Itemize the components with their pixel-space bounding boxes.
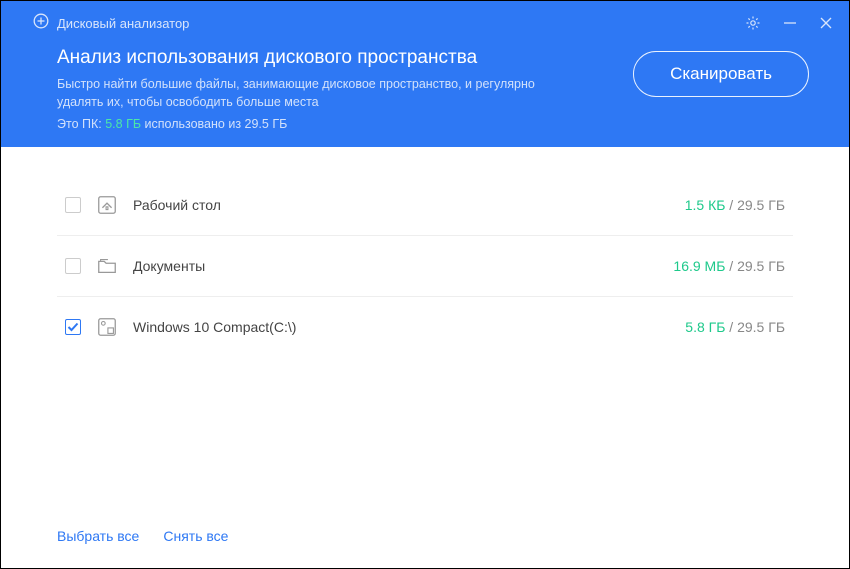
footer: Выбрать все Снять все [1, 512, 849, 568]
settings-button[interactable] [745, 15, 761, 31]
item-name: Рабочий стол [133, 197, 671, 213]
plus-circle-icon [33, 13, 49, 34]
item-name: Документы [133, 258, 659, 274]
summary-prefix: Это ПК: [57, 117, 102, 131]
item-used: 5.8 ГБ [685, 319, 725, 335]
window: Дисковый анализатор [0, 0, 850, 569]
header: Дисковый анализатор [1, 1, 849, 147]
select-all-link[interactable]: Выбрать все [57, 528, 139, 544]
minimize-icon [783, 16, 797, 30]
titlebar-controls [745, 15, 833, 31]
disk-icon [95, 315, 119, 339]
header-main: Анализ использования дискового пространс… [1, 39, 849, 147]
item-total: 29.5 ГБ [737, 258, 785, 274]
checkbox[interactable] [65, 197, 81, 213]
item-stats: 5.8 ГБ / 29.5 ГБ [685, 319, 785, 335]
gear-icon [745, 15, 761, 31]
deselect-all-link[interactable]: Снять все [163, 528, 228, 544]
list-item-desktop[interactable]: Рабочий стол 1.5 КБ / 29.5 ГБ [57, 175, 793, 236]
list-item-documents[interactable]: Документы 16.9 МБ / 29.5 ГБ [57, 236, 793, 297]
item-total: 29.5 ГБ [737, 197, 785, 213]
disk-usage-summary: Это ПК: 5.8 ГБ использовано из 29.5 ГБ [57, 117, 633, 131]
home-icon [95, 193, 119, 217]
folder-icon [95, 254, 119, 278]
item-stats: 16.9 МБ / 29.5 ГБ [673, 258, 785, 274]
item-stats: 1.5 КБ / 29.5 ГБ [685, 197, 785, 213]
page-description: Быстро найти большие файлы, занимающие д… [57, 75, 537, 111]
summary-used: 5.8 ГБ [105, 117, 141, 131]
close-button[interactable] [819, 16, 833, 30]
header-text: Анализ использования дискового пространс… [57, 47, 633, 131]
list-item-disk-c[interactable]: Windows 10 Compact(C:\) 5.8 ГБ / 29.5 ГБ [57, 297, 793, 357]
item-used: 16.9 МБ [673, 258, 725, 274]
titlebar: Дисковый анализатор [1, 1, 849, 39]
close-icon [819, 16, 833, 30]
checkbox[interactable] [65, 319, 81, 335]
item-total: 29.5 ГБ [737, 319, 785, 335]
summary-suffix: использовано из 29.5 ГБ [145, 117, 288, 131]
minimize-button[interactable] [783, 16, 797, 30]
page-title: Анализ использования дискового пространс… [57, 47, 633, 69]
checkbox[interactable] [65, 258, 81, 274]
item-name: Windows 10 Compact(C:\) [133, 319, 671, 335]
item-used: 1.5 КБ [685, 197, 726, 213]
titlebar-left: Дисковый анализатор [33, 13, 189, 34]
scan-button[interactable]: Сканировать [633, 51, 809, 97]
app-title: Дисковый анализатор [57, 16, 189, 31]
main-list: Рабочий стол 1.5 КБ / 29.5 ГБ Документы … [1, 147, 849, 512]
